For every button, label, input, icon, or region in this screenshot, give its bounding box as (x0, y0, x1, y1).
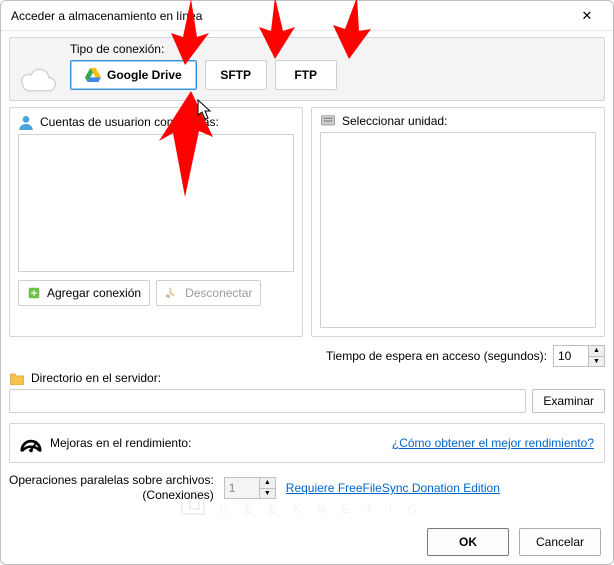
google-drive-label: Google Drive (107, 68, 182, 82)
timeout-label: Tiempo de espera en acceso (segundos): (326, 349, 547, 363)
browse-button[interactable]: Examinar (532, 389, 605, 413)
drive-header: Seleccionar unidad: (342, 114, 447, 128)
ftp-label: FTP (294, 68, 317, 82)
drive-icon (320, 114, 336, 128)
cloud-icon (16, 64, 58, 94)
titlebar: Acceder a almacenamiento en línea ✕ (1, 1, 613, 31)
sftp-label: SFTP (220, 68, 251, 82)
folder-icon (9, 372, 25, 385)
user-icon (18, 114, 34, 130)
close-button[interactable]: ✕ (565, 2, 609, 30)
accounts-header: Cuentas de usuarion conectadas: (40, 115, 219, 129)
parallel-down[interactable]: ▼ (260, 489, 275, 499)
ok-button[interactable]: OK (427, 528, 509, 556)
window-title: Acceder a almacenamiento en línea (11, 9, 565, 23)
connection-type-label: Tipo de conexión: (70, 42, 594, 56)
google-drive-icon (85, 68, 101, 82)
timeout-down[interactable]: ▼ (589, 357, 604, 367)
parallel-spinner[interactable]: ▲ ▼ (224, 477, 276, 499)
sftp-button[interactable]: SFTP (205, 60, 267, 90)
parallel-ops-label: Operaciones paralelas sobre archivos: (C… (9, 473, 214, 503)
performance-link[interactable]: ¿Cómo obtener el mejor rendimiento? (392, 436, 594, 450)
add-connection-label: Agregar conexión (47, 286, 141, 300)
disconnect-icon (165, 286, 179, 300)
add-connection-button[interactable]: Agregar conexión (18, 280, 150, 306)
directory-label: Directorio en el servidor: (31, 371, 161, 385)
accounts-panel: Cuentas de usuarion conectadas: Agregar … (9, 107, 303, 337)
plus-puzzle-icon (27, 286, 41, 300)
cancel-button[interactable]: Cancelar (519, 528, 601, 556)
drive-panel: Seleccionar unidad: (311, 107, 605, 337)
disconnect-button[interactable]: Desconectar (156, 280, 261, 306)
parallel-up[interactable]: ▲ (260, 478, 275, 489)
accounts-list[interactable] (18, 134, 294, 272)
connection-type-panel: Tipo de conexión: Google Drive SFTP FTP (9, 37, 605, 101)
close-icon: ✕ (582, 8, 593, 24)
directory-input[interactable] (9, 389, 526, 413)
donation-link[interactable]: Requiere FreeFileSync Donation Edition (286, 481, 500, 495)
performance-label: Mejoras en el rendimiento: (50, 436, 191, 450)
timeout-input[interactable] (553, 345, 589, 367)
dialog-window: Acceder a almacenamiento en línea ✕ Tipo… (0, 0, 614, 565)
disconnect-label: Desconectar (185, 286, 252, 300)
google-drive-button[interactable]: Google Drive (70, 60, 197, 90)
parallel-input[interactable] (224, 477, 260, 499)
timeout-spinner[interactable]: ▲ ▼ (553, 345, 605, 367)
ftp-button[interactable]: FTP (275, 60, 337, 90)
performance-panel: Mejoras en el rendimiento: ¿Cómo obtener… (9, 423, 605, 463)
drive-list[interactable] (320, 132, 596, 328)
timeout-up[interactable]: ▲ (589, 346, 604, 357)
speedometer-icon (20, 432, 42, 454)
